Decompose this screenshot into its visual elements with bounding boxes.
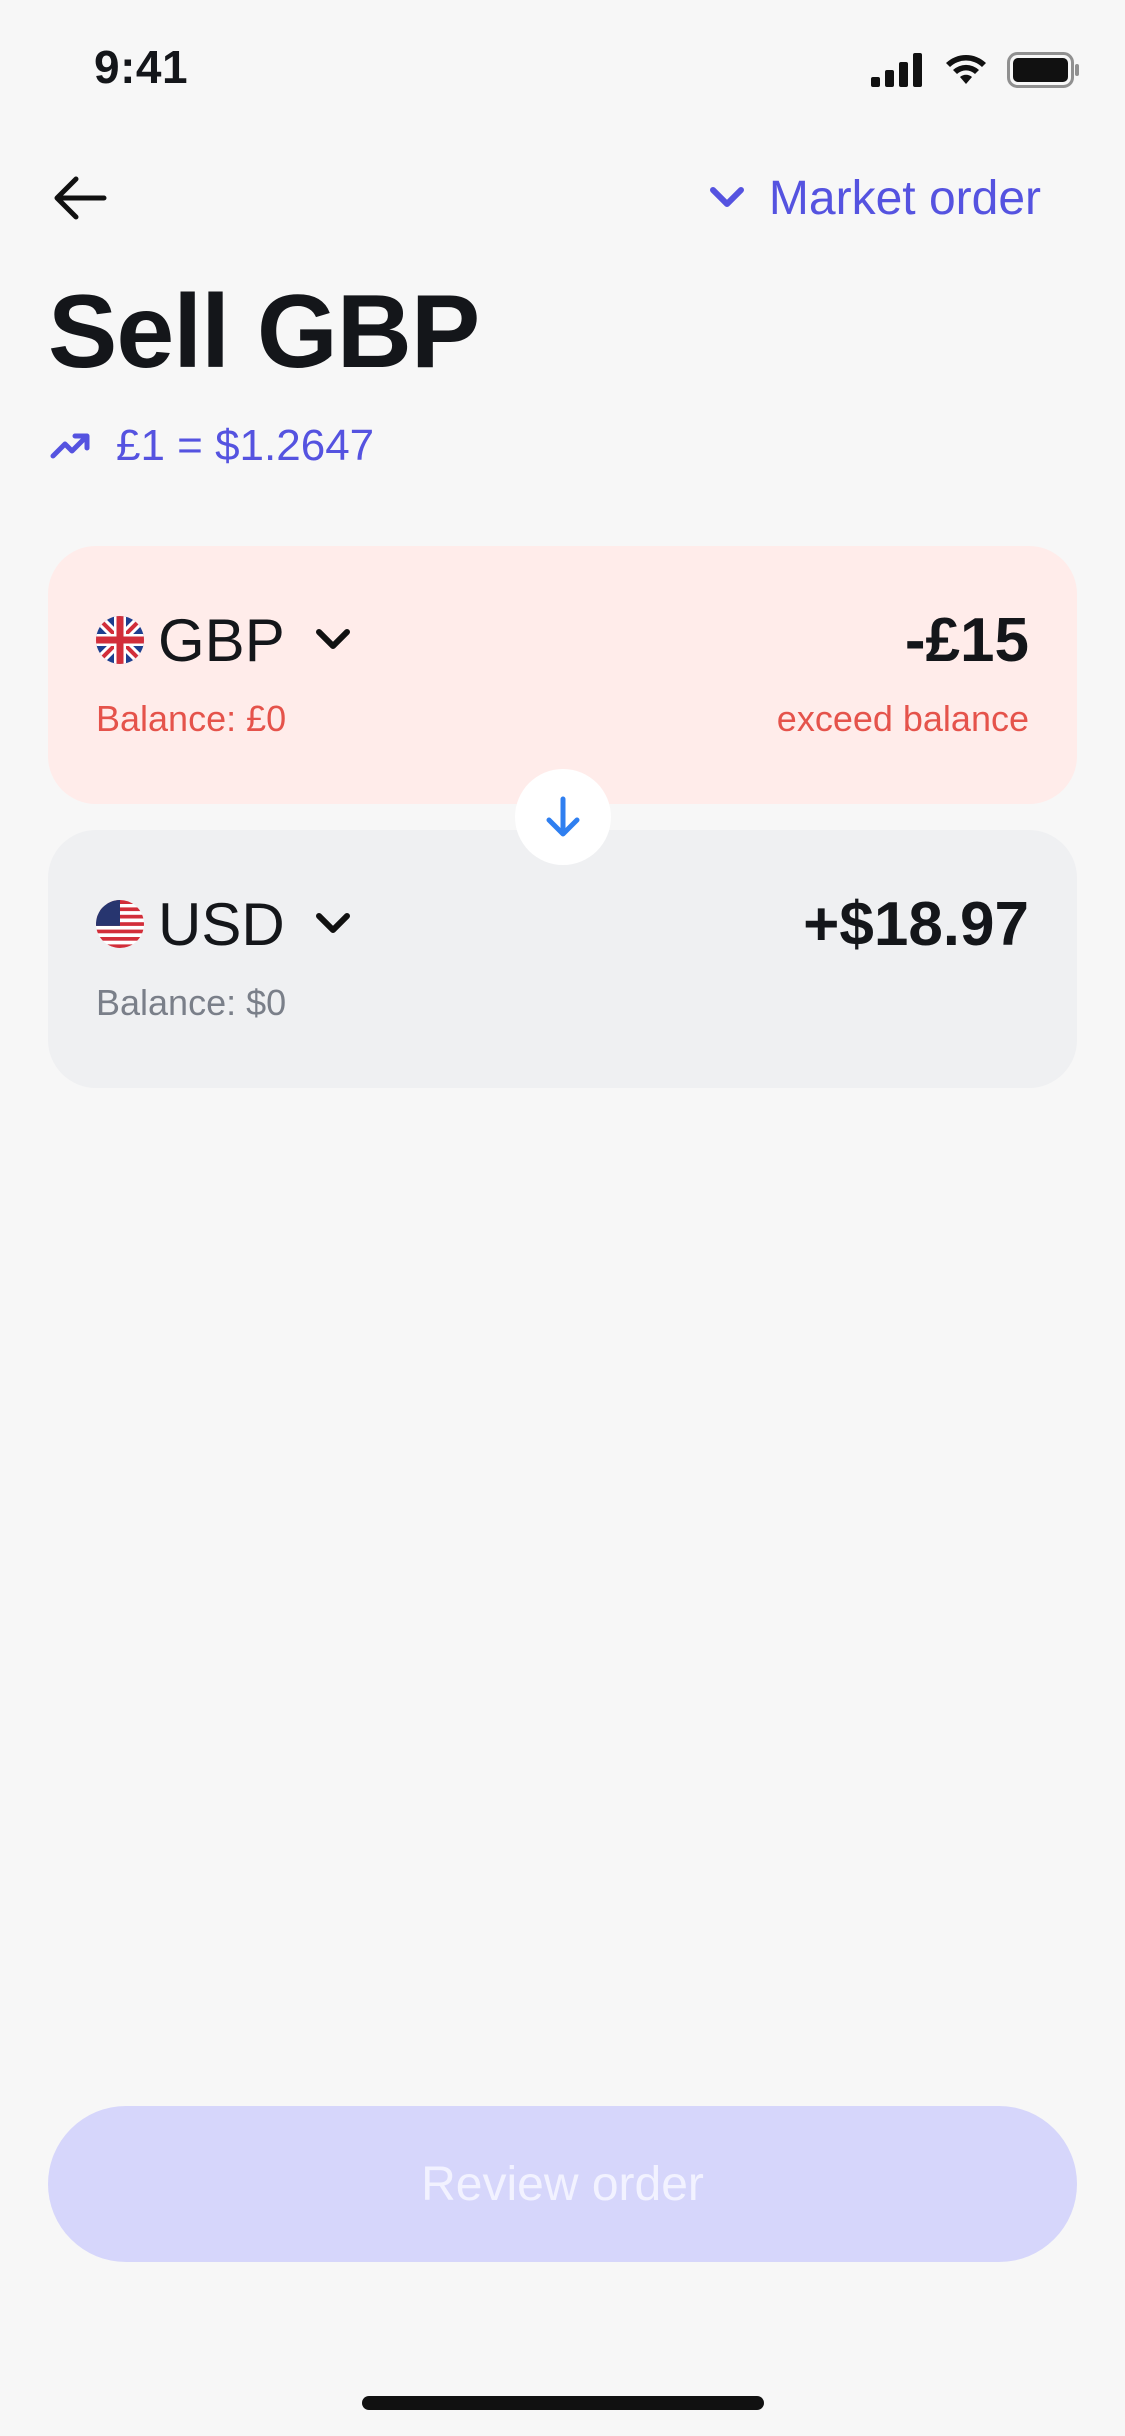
status-icons — [871, 48, 1081, 92]
sell-currency-selector[interactable]: GBP — [96, 602, 351, 678]
order-type-selector[interactable]: Market order — [709, 168, 1041, 228]
arrow-left-icon — [54, 176, 107, 220]
chevron-down-icon — [709, 187, 744, 207]
sell-currency-code: GBP — [158, 606, 285, 674]
exchange-rate: £1 = $1.2647 — [50, 416, 374, 476]
exchange-rate-text: £1 = $1.2647 — [116, 421, 375, 470]
us-flag-icon — [96, 900, 144, 948]
order-type-label: Market order — [768, 171, 1041, 225]
buy-card: USD +$18.97 Balance: $0 — [48, 830, 1077, 1088]
home-indicator — [362, 2396, 764, 2410]
buy-balance: Balance: $0 — [96, 982, 287, 1023]
exceed-balance-warning: exceed balance — [776, 698, 1029, 739]
review-order-button[interactable]: Review order — [48, 2106, 1077, 2262]
back-button[interactable] — [44, 168, 116, 228]
status-bar: 9:41 — [0, 0, 1125, 132]
sell-balance: Balance: £0 — [96, 698, 287, 739]
uk-flag-icon — [96, 616, 144, 664]
page-title: Sell GBP — [48, 274, 480, 390]
sell-amount[interactable]: -£15 — [905, 602, 1029, 678]
chevron-down-icon — [315, 629, 350, 649]
buy-currency-code: USD — [158, 890, 285, 958]
status-time: 9:41 — [94, 41, 189, 93]
swap-currencies-button[interactable] — [515, 769, 611, 865]
cellular-signal-icon — [871, 53, 922, 87]
buy-amount[interactable]: +$18.97 — [803, 886, 1029, 962]
arrow-down-icon — [546, 796, 580, 837]
battery-icon — [1007, 52, 1079, 88]
buy-currency-selector[interactable]: USD — [96, 886, 351, 962]
chevron-down-icon — [315, 913, 350, 933]
trending-up-icon — [50, 433, 90, 459]
sell-card: GBP -£15 Balance: £0 exceed balance — [48, 546, 1077, 804]
wifi-icon — [946, 55, 986, 84]
